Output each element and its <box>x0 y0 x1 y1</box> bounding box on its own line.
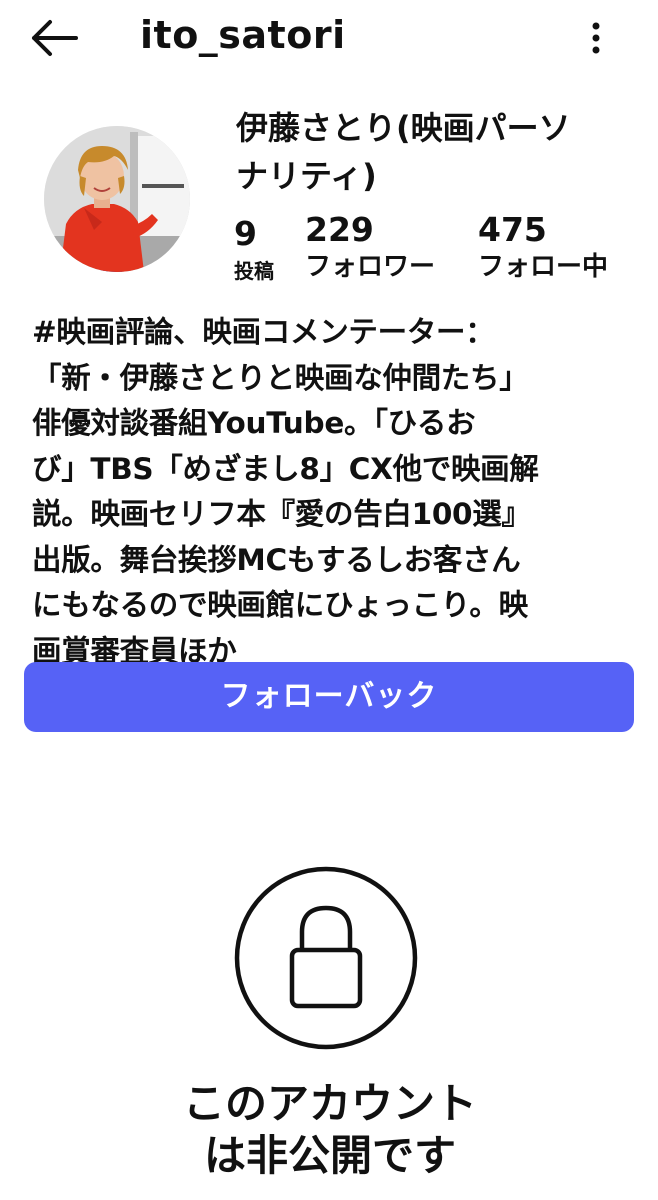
profile-username: ito_satori <box>140 13 346 57</box>
posts-count: 9 <box>234 214 257 253</box>
display-name: 伊藤さとり(映画パーソ ナリティ) <box>236 109 571 195</box>
followers-stat[interactable]: 229 フォロワー <box>305 210 435 284</box>
following-label: フォロー中 <box>478 252 609 282</box>
following-count: 475 <box>478 210 547 249</box>
lock-icon <box>234 866 418 1050</box>
private-account-message: このアカウント は非公開です <box>182 1079 477 1180</box>
follow-back-button[interactable]: フォローバック <box>24 662 634 732</box>
posts-label: 投稿 <box>234 259 274 283</box>
more-vertical-icon <box>592 22 600 54</box>
avatar[interactable] <box>44 126 190 272</box>
profile-photo <box>44 126 190 272</box>
followers-count: 229 <box>305 210 374 249</box>
back-button[interactable] <box>28 18 82 58</box>
followers-label: フォロワー <box>305 252 436 282</box>
profile-bio: #映画評論、映画コメンテーター： 「新・伊藤さとりと映画な仲間たち」 俳優対談番… <box>32 315 539 668</box>
private-lock <box>234 866 418 1050</box>
more-options-button[interactable] <box>582 16 610 60</box>
following-stat[interactable]: 475 フォロー中 <box>478 210 608 284</box>
posts-stat[interactable]: 9 投稿 <box>234 214 274 288</box>
top-bar: ito_satori <box>0 0 658 80</box>
arrow-left-icon <box>32 20 78 56</box>
